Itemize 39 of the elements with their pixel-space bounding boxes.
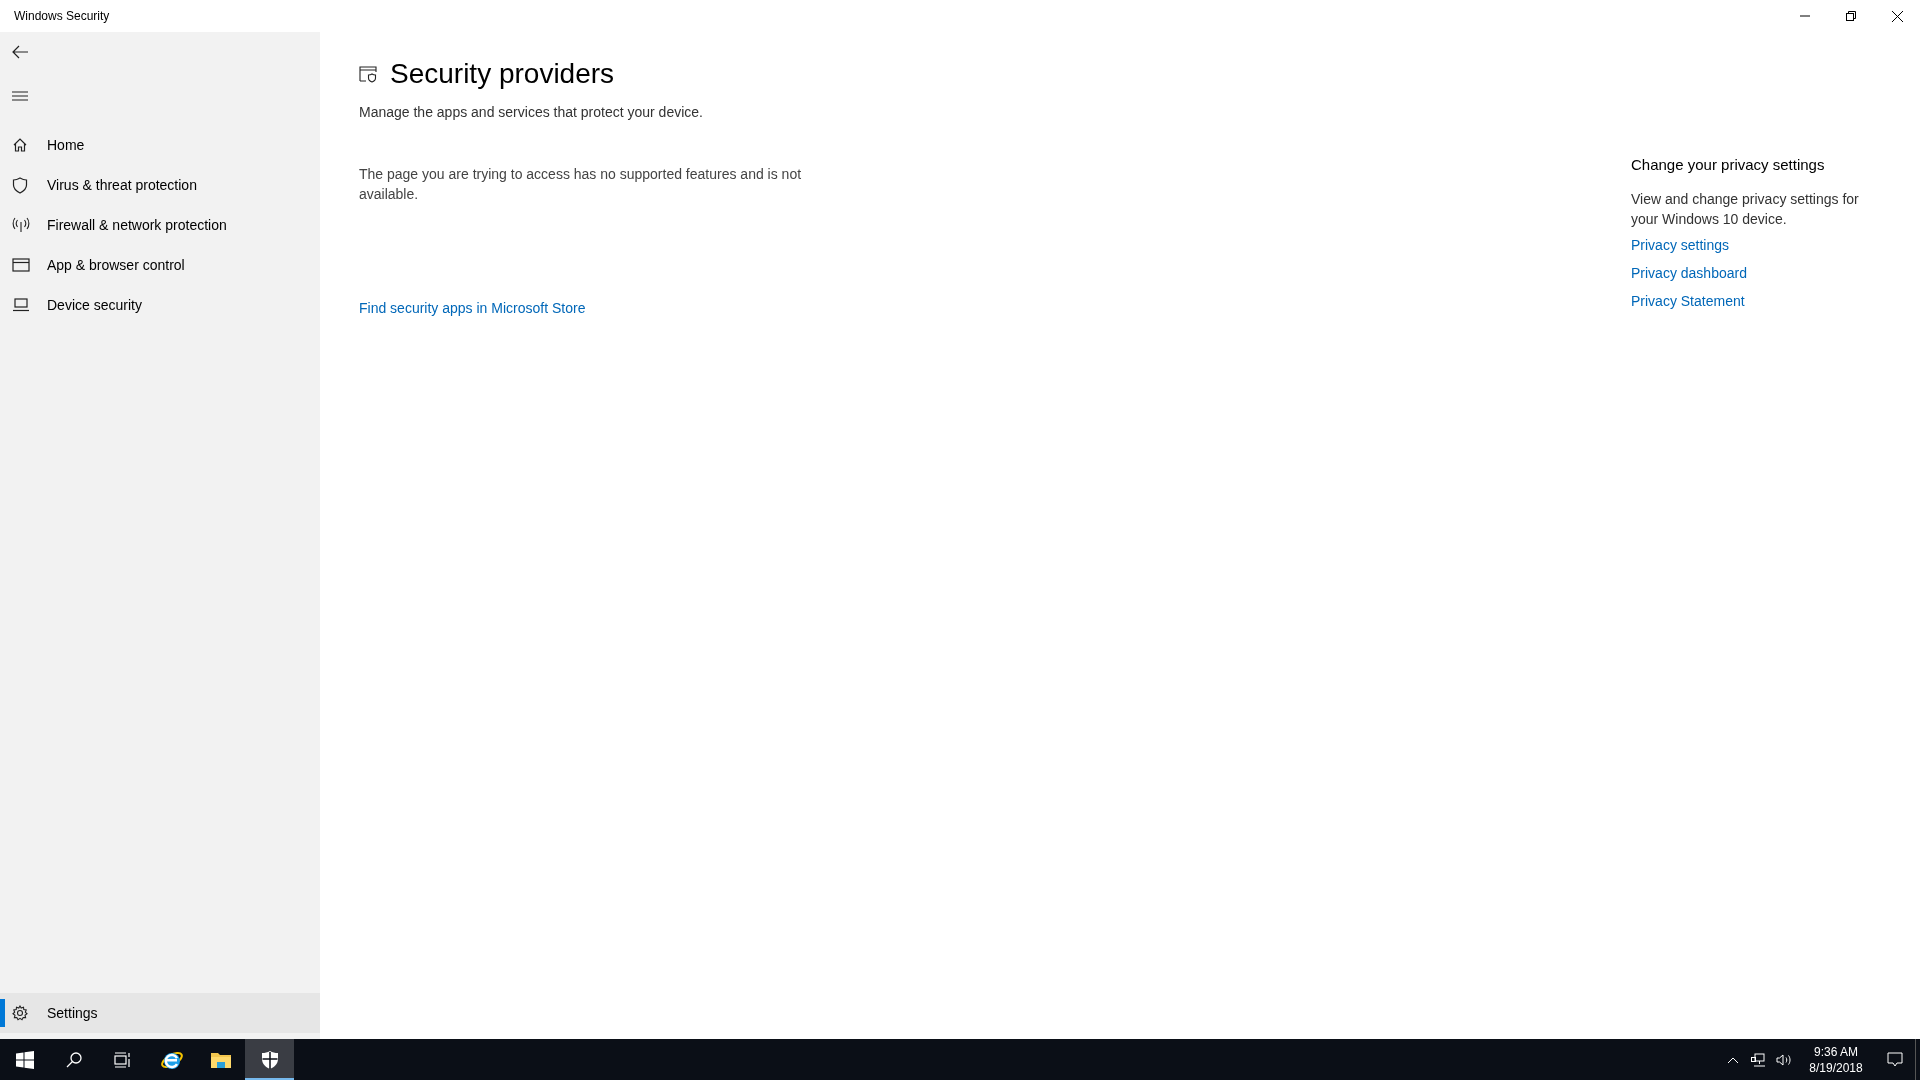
nav-item[interactable]: Virus & threat protection bbox=[0, 165, 320, 205]
folder-icon bbox=[209, 1050, 232, 1069]
close-icon bbox=[1891, 10, 1903, 22]
clock[interactable]: 9:36 AM 8/19/2018 bbox=[1797, 1039, 1875, 1080]
unavailable-message: The page you are trying to access has no supported features and is not available. bbox=[359, 165, 803, 204]
nav-item[interactable]: Firewall & network protection bbox=[0, 205, 320, 245]
settings-icon bbox=[12, 1005, 28, 1021]
nav-item[interactable]: App & browser control bbox=[0, 245, 320, 285]
shield-icon bbox=[260, 1049, 279, 1070]
nav-item[interactable]: Device security bbox=[0, 285, 320, 325]
store-link[interactable]: Find security apps in Microsoft Store bbox=[359, 298, 586, 319]
shield-icon bbox=[12, 176, 28, 194]
security-providers-icon bbox=[359, 65, 378, 83]
privacy-heading: Change your privacy settings bbox=[1631, 155, 1826, 175]
selection-indicator bbox=[0, 999, 5, 1027]
privacy-link[interactable]: Privacy Statement bbox=[1631, 290, 1745, 312]
nav-item[interactable]: Home bbox=[0, 125, 320, 165]
back-arrow-icon bbox=[12, 45, 28, 59]
browser-window-icon bbox=[12, 258, 30, 272]
speaker-icon bbox=[1776, 1052, 1792, 1067]
notification-icon bbox=[1887, 1052, 1903, 1067]
page-description: Manage the apps and services that protect your device. bbox=[359, 103, 704, 122]
chevron-up-icon bbox=[1727, 1055, 1739, 1064]
search-icon bbox=[65, 1051, 82, 1068]
nav-item[interactable]: Settings bbox=[0, 993, 320, 1033]
shield-button[interactable] bbox=[245, 1039, 294, 1080]
restore-icon bbox=[1846, 11, 1856, 21]
privacy-description: View and change privacy settings for your Windows 10 device. bbox=[1631, 189, 1860, 229]
antenna-icon bbox=[12, 217, 30, 233]
task-view-icon bbox=[113, 1051, 132, 1068]
privacy-link[interactable]: Privacy settings bbox=[1631, 234, 1730, 256]
network-icon bbox=[1750, 1052, 1766, 1067]
home-icon bbox=[12, 137, 28, 153]
privacy-link[interactable]: Privacy dashboard bbox=[1631, 262, 1747, 284]
windows-logo-icon bbox=[15, 1050, 34, 1069]
page-title: Security providers bbox=[390, 57, 615, 91]
window-title: Windows Security bbox=[13, 8, 110, 25]
menu-icon bbox=[12, 90, 28, 102]
laptop-icon bbox=[12, 298, 30, 312]
